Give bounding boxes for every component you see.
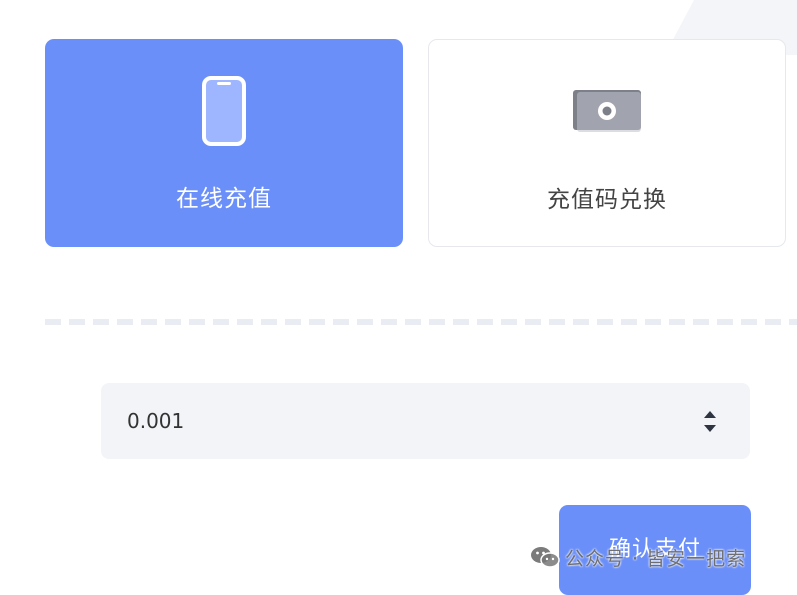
online-recharge-card[interactable]: 在线充值	[45, 39, 403, 247]
watermark: 公众号 · 皆安一把索	[530, 540, 746, 574]
wechat-icon	[531, 547, 560, 568]
amount-stepper[interactable]	[699, 405, 721, 437]
phone-icon	[45, 75, 403, 147]
dashed-divider	[45, 319, 797, 325]
stepper-down-icon[interactable]	[703, 424, 717, 433]
amount-input[interactable]	[127, 383, 667, 459]
watermark-text: 公众号 · 皆安一把索	[565, 547, 747, 570]
stepper-up-icon[interactable]	[703, 410, 717, 419]
amount-input-container	[101, 383, 750, 459]
recharge-code-label: 充值码兑换	[547, 187, 667, 213]
recharge-code-card[interactable]: 充值码兑换	[428, 39, 786, 247]
cash-icon	[429, 90, 785, 132]
online-recharge-label: 在线充值	[176, 186, 272, 212]
